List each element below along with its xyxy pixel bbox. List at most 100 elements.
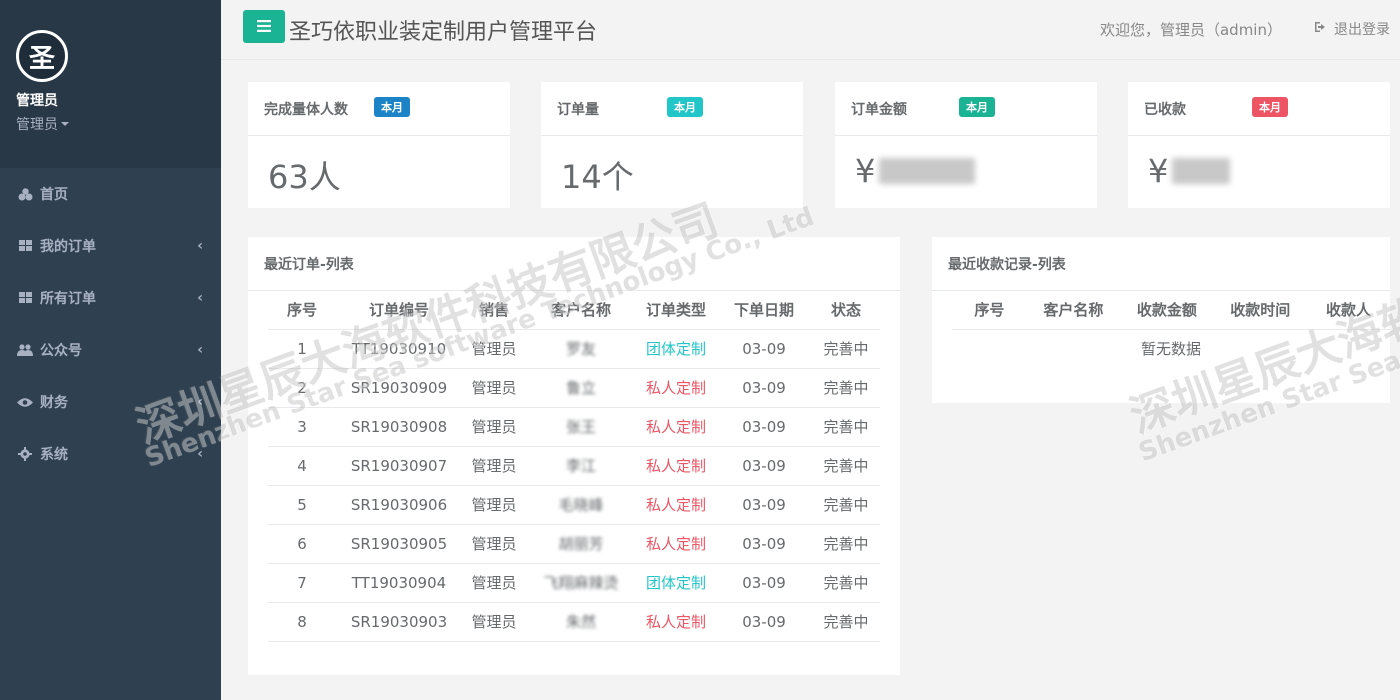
table-row: 暂无数据 <box>952 329 1390 368</box>
chevron-left-icon: ‹ <box>197 394 203 410</box>
payments-table: 序号 客户名称 收款金额 收款时间 收款人 暂无数据 <box>952 291 1390 368</box>
salesperson: 管理员 <box>462 368 526 408</box>
table-row[interactable]: 2 SR19030909 管理员 鲁立 私人定制 03-09 完善中 <box>268 368 880 408</box>
salesperson-text: 管理员 <box>471 613 517 631</box>
stat-value: 63人 <box>268 158 341 196</box>
table-row[interactable]: 6 SR19030905 管理员 胡丽芳 私人定制 03-09 完善中 <box>268 524 880 564</box>
sign-out-icon <box>1314 21 1328 37</box>
order-status: 完善中 <box>812 407 880 447</box>
order-number-text: SR19030903 <box>350 612 448 631</box>
row-index-text: 4 <box>297 456 307 475</box>
order-type[interactable]: 团体定制 <box>636 563 716 603</box>
users-icon <box>16 344 34 356</box>
row-index: 8 <box>268 602 336 642</box>
order-number: SR19030907 <box>336 446 462 486</box>
order-type[interactable]: 私人定制 <box>636 446 716 486</box>
sidebar-item-all-orders[interactable]: 所有订单 ‹ <box>0 272 221 324</box>
table-header-row: 序号 客户名称 收款金额 收款时间 收款人 <box>952 291 1390 330</box>
stat-card-received: 已收款 本月 ¥ <box>1128 82 1390 208</box>
stat-value: ¥ <box>835 136 1097 190</box>
row-index: 6 <box>268 524 336 564</box>
order-type-text: 私人定制 <box>645 379 706 397</box>
chevron-left-icon: ‹ <box>197 290 203 306</box>
sidebar-item-finance[interactable]: 财务 ‹ <box>0 376 221 428</box>
order-status-text: 完善中 <box>823 379 869 397</box>
stat-label: 订单量 <box>557 101 599 118</box>
order-date-text: 03-09 <box>742 534 786 553</box>
sidebar-item-label: 所有订单 <box>40 291 96 307</box>
menu-toggle-button[interactable] <box>243 10 285 43</box>
order-type-text: 私人定制 <box>645 418 706 436</box>
salesperson: 管理员 <box>462 446 526 486</box>
chevron-left-icon: ‹ <box>197 342 203 358</box>
top-navbar: 圣巧依职业装定制用户管理平台 欢迎您，管理员（admin） 退出登录 <box>221 0 1400 60</box>
salesperson-text: 管理员 <box>471 340 517 358</box>
order-type[interactable]: 私人定制 <box>636 368 716 408</box>
customer-name-text: 鲁立 <box>565 379 596 397</box>
row-index: 7 <box>268 563 336 603</box>
profile-name: 管理员 <box>16 93 58 109</box>
customer-name: 李江 <box>526 446 636 486</box>
order-number: SR19030903 <box>336 602 462 642</box>
order-number-text: SR19030907 <box>350 456 448 475</box>
sidebar-item-home[interactable]: 首页 <box>0 168 221 220</box>
order-number: SR19030908 <box>336 407 462 447</box>
row-index: 4 <box>268 446 336 486</box>
caret-down-icon <box>61 122 69 126</box>
order-date-text: 03-09 <box>742 378 786 397</box>
order-type[interactable]: 私人定制 <box>636 602 716 642</box>
customer-name: 朱然 <box>526 602 636 642</box>
period-badge: 本月 <box>1252 97 1288 117</box>
row-index-text: 1 <box>297 339 307 358</box>
order-type[interactable]: 私人定制 <box>636 524 716 564</box>
column-header: 序号 <box>268 291 336 330</box>
welcome-text: 欢迎您，管理员（admin） <box>1099 21 1282 39</box>
customer-name: 飞翔麻辣烫 <box>526 563 636 603</box>
order-number-text: TT19030904 <box>351 573 447 592</box>
stat-card-header: 订单金额 本月 <box>835 82 1097 136</box>
order-type[interactable]: 团体定制 <box>636 329 716 369</box>
customer-name-text: 张王 <box>565 418 596 436</box>
orders-table: 序号 订单编号 销售 客户名称 订单类型 下单日期 状态 1 TT19030910… <box>268 291 880 642</box>
order-date: 03-09 <box>716 563 812 603</box>
sidebar-item-my-orders[interactable]: 我的订单 ‹ <box>0 220 221 272</box>
column-header: 订单类型 <box>636 291 716 330</box>
stat-value: ¥ <box>1128 136 1390 190</box>
order-status-text: 完善中 <box>823 340 869 358</box>
order-date: 03-09 <box>716 602 812 642</box>
table-row[interactable]: 8 SR19030903 管理员 朱然 私人定制 03-09 完善中 <box>268 602 880 642</box>
customer-name-text: 胡丽芳 <box>558 535 604 553</box>
row-index: 5 <box>268 485 336 525</box>
row-index-text: 2 <box>297 378 307 397</box>
order-type-text: 私人定制 <box>645 535 706 553</box>
order-number: TT19030904 <box>336 563 462 603</box>
order-date: 03-09 <box>716 524 812 564</box>
customer-name: 胡丽芳 <box>526 524 636 564</box>
order-status: 完善中 <box>812 329 880 369</box>
table-row[interactable]: 4 SR19030907 管理员 李江 私人定制 03-09 完善中 <box>268 446 880 486</box>
stat-card-amount: 订单金额 本月 ¥ <box>835 82 1097 208</box>
sidebar-item-label: 财务 <box>40 395 68 411</box>
order-type-text: 团体定制 <box>645 340 706 358</box>
sidebar-item-official-account[interactable]: 公众号 ‹ <box>0 324 221 376</box>
sidebar: 圣 管理员 管理员 首页 我的订单 ‹ 所有订单 ‹ 公众号 ‹ 财务 ‹ 系统… <box>0 0 221 700</box>
table-row[interactable]: 1 TT19030910 管理员 罗友 团体定制 03-09 完善中 <box>268 329 880 369</box>
order-type[interactable]: 私人定制 <box>636 407 716 447</box>
order-type[interactable]: 私人定制 <box>636 485 716 525</box>
column-header: 客户名称 <box>526 291 636 330</box>
salesperson-text: 管理员 <box>471 535 517 553</box>
order-date: 03-09 <box>716 329 812 369</box>
order-status: 完善中 <box>812 446 880 486</box>
customer-name-text: 李江 <box>565 457 596 475</box>
order-type-text: 私人定制 <box>645 613 706 631</box>
sidebar-item-system[interactable]: 系统 ‹ <box>0 428 221 480</box>
profile-role-dropdown[interactable]: 管理员 <box>16 114 221 134</box>
logout-link[interactable]: 退出登录 <box>1314 19 1390 39</box>
table-row[interactable]: 5 SR19030906 管理员 毛晓峰 私人定制 03-09 完善中 <box>268 485 880 525</box>
profile-panel: 圣 管理员 管理员 <box>0 0 221 168</box>
table-row[interactable]: 7 TT19030904 管理员 飞翔麻辣烫 团体定制 03-09 完善中 <box>268 563 880 603</box>
salesperson-text: 管理员 <box>471 496 517 514</box>
customer-name: 鲁立 <box>526 368 636 408</box>
order-number-text: SR19030905 <box>350 534 448 553</box>
table-row[interactable]: 3 SR19030908 管理员 张王 私人定制 03-09 完善中 <box>268 407 880 447</box>
